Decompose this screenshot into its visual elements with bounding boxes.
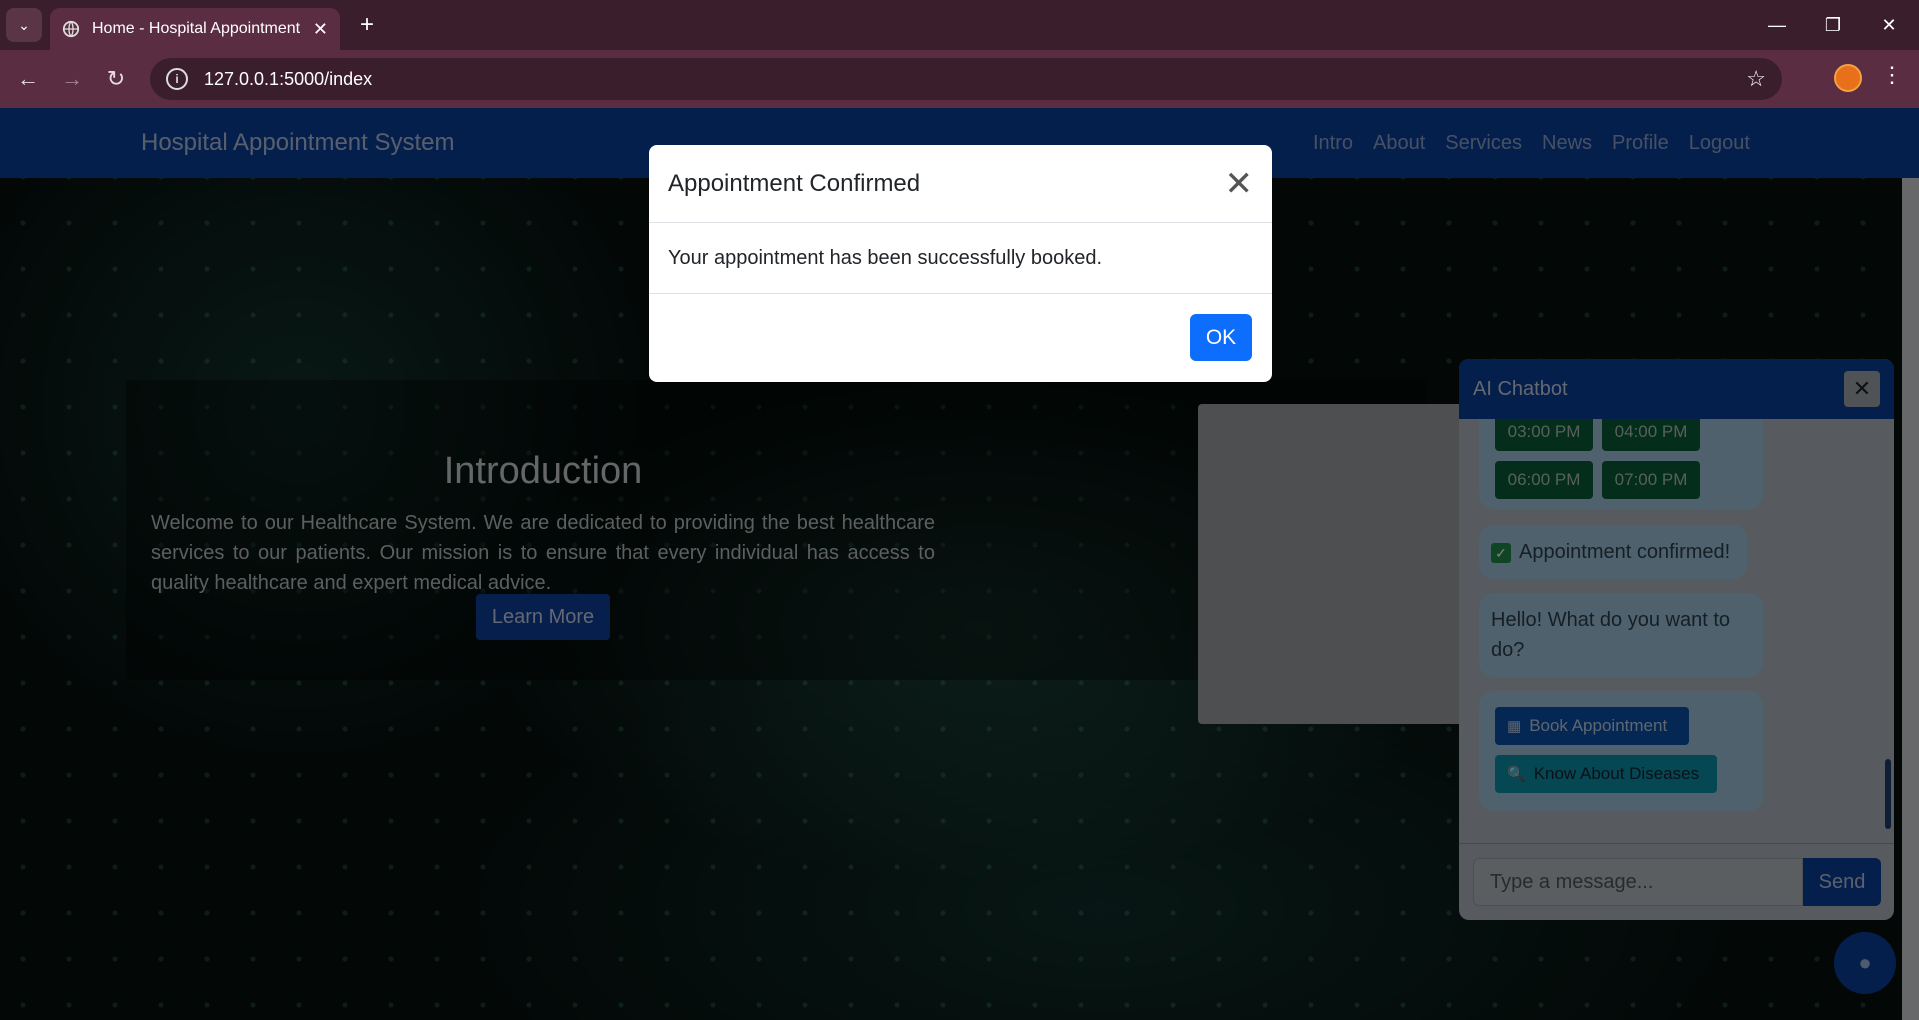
modal-message: Your appointment has been successfully b…	[668, 246, 1102, 269]
globe-icon	[62, 20, 80, 38]
minimize-button[interactable]: —	[1757, 10, 1797, 40]
reload-icon[interactable]: ↻	[100, 63, 132, 95]
tab-close-icon[interactable]: ✕	[313, 19, 328, 40]
back-icon[interactable]: ←	[12, 63, 44, 95]
tab-title: Home - Hospital Appointment S	[92, 20, 305, 37]
address-bar[interactable]: i 127.0.0.1:5000/index ☆	[150, 58, 1782, 100]
close-window-button[interactable]: ✕	[1869, 10, 1909, 40]
ok-button[interactable]: OK	[1190, 314, 1252, 361]
modal-footer: OK	[649, 294, 1272, 382]
info-icon[interactable]: i	[166, 68, 188, 90]
browser-tab[interactable]: Home - Hospital Appointment S ✕	[50, 8, 340, 50]
profile-icon[interactable]	[1834, 64, 1862, 92]
url-text: 127.0.0.1:5000/index	[204, 68, 373, 89]
kebab-menu-icon[interactable]: ⋮	[1880, 62, 1904, 88]
appointment-modal: Appointment Confirmed ✕ Your appointment…	[649, 145, 1272, 382]
close-icon[interactable]: ✕	[1225, 167, 1254, 201]
forward-icon[interactable]: →	[56, 63, 88, 95]
star-icon[interactable]: ☆	[1746, 66, 1766, 92]
new-tab-button[interactable]: +	[352, 10, 382, 40]
modal-body: Your appointment has been successfully b…	[649, 223, 1272, 294]
tab-search-chevron-down-icon[interactable]: ⌄	[6, 8, 42, 42]
modal-title: Appointment Confirmed	[668, 169, 921, 197]
browser-tab-bar: ⌄ Home - Hospital Appointment S ✕ + — ❐ …	[0, 0, 1919, 50]
browser-toolbar: ← → ↻ i 127.0.0.1:5000/index ☆ ⋮	[0, 50, 1919, 108]
modal-header: Appointment Confirmed ✕	[649, 145, 1272, 223]
restore-button[interactable]: ❐	[1813, 10, 1853, 40]
